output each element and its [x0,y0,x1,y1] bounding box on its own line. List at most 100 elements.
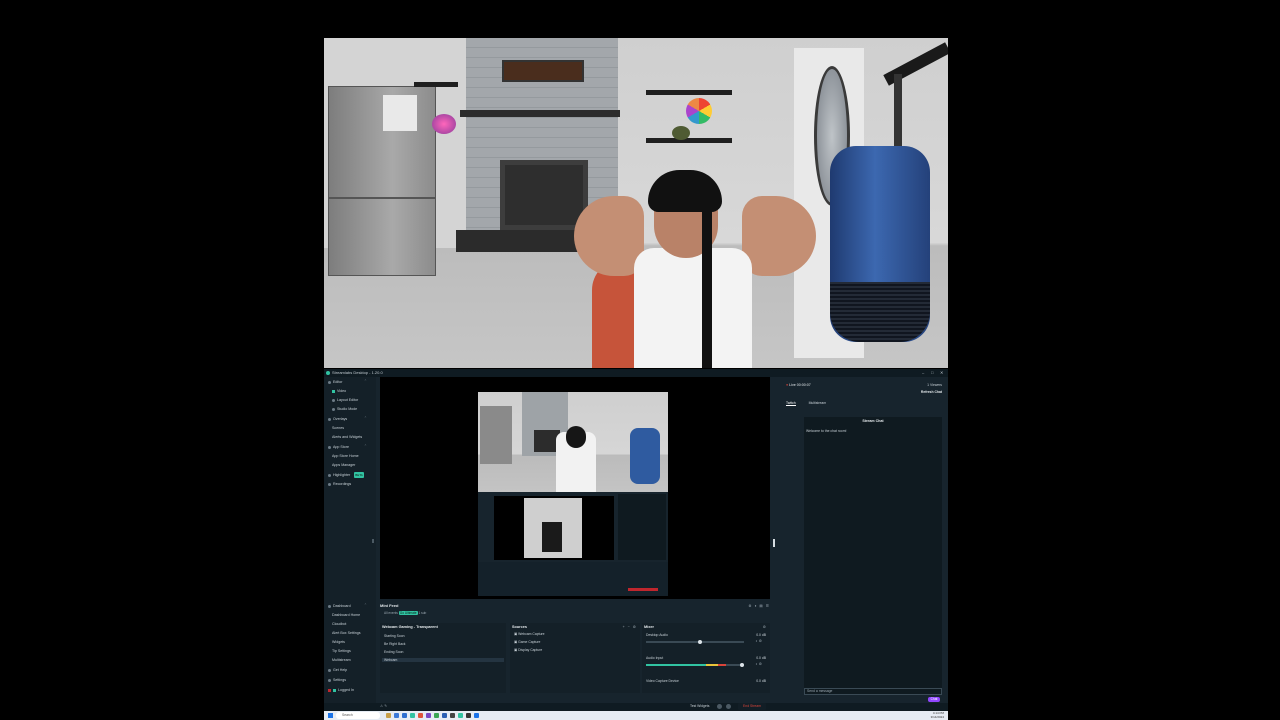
sources-controls[interactable]: + − ⚙ [623,625,637,629]
sidebar-item-account[interactable]: Logged In [328,687,354,693]
sidebar-item-studio-mode[interactable]: Studio Mode [332,406,357,412]
test-widgets-button[interactable]: Test Widgets [690,704,709,708]
mute-icon[interactable]: ◐ ⚙ [756,662,762,666]
sidebar-item-label: Logged In [338,688,354,692]
file-explorer-icon[interactable] [386,713,391,718]
source-item[interactable]: ▣ Webcam Capture [514,632,544,636]
sidebar-item-app-store[interactable]: App Store [328,444,349,450]
app-icon[interactable] [466,713,471,718]
sidebar-item-highlighter[interactable]: Highlighter BETA [328,472,364,478]
status-icons[interactable]: ⚠ ✎ [380,704,387,708]
volume-slider[interactable] [646,663,745,667]
sidebar-item-alert-box-settings[interactable]: Alert Box Settings [332,630,361,636]
mini-feed-label: Mini Feed [380,603,399,608]
sidebar-item-label: Alert Box Settings [332,631,361,635]
source-label: Display Capture [518,648,543,652]
source-item[interactable]: ▣ Game Capture [514,640,540,644]
sidebar-item-overlays[interactable]: Overlays [328,416,347,422]
scene-item-selected[interactable]: Webcam [382,658,504,662]
sidebar-item-app-store-home[interactable]: App Store Home [332,453,359,459]
feed-controls[interactable]: ⚙ ⏸ ▤ ☰ [748,604,770,608]
app-icon[interactable] [442,713,447,718]
stream-preview [380,377,770,599]
close-button[interactable]: ✕ [940,370,943,375]
clock-date: 3/14/2024 [930,714,944,719]
sidebar-item-video[interactable]: Video [332,388,346,394]
sidebar-item-label: Tip Settings [332,649,351,653]
app-icon[interactable] [450,713,455,718]
chevron-up-icon[interactable]: ⌃ [364,603,367,607]
replay-buffer-icon[interactable] [726,704,731,709]
sidebar-item-dashboard-home[interactable]: Dashboard Home [332,612,360,618]
sidebar-item-label: App Store Home [332,454,359,458]
scene-item[interactable]: Starting Soon [384,634,405,638]
taskbar-search[interactable]: Search [336,712,380,719]
chrome-icon[interactable] [418,713,423,718]
record-icon[interactable] [717,704,722,709]
windows-start-icon[interactable] [328,713,333,718]
volume-slider[interactable] [646,640,744,644]
sidebar-item-get-help[interactable]: Get Help [328,667,347,673]
tab-twitch[interactable]: Twitch [786,401,796,406]
sidebar-item-cloudbot[interactable]: Cloudbot [332,621,346,627]
refresh-chat-button[interactable]: Refresh Chat [921,390,942,394]
chat-input[interactable]: Send a message [804,688,942,695]
layout-icon [332,398,335,402]
sidebar-resize-handle[interactable] [372,539,374,543]
help-icon [328,668,331,672]
mute-icon[interactable]: ◐ ⚙ [756,639,762,643]
sidebar-item-tip-settings[interactable]: Tip Settings [332,648,351,654]
sidebar-item-scenes[interactable]: Scenes [332,425,344,431]
app-store-icon [328,445,331,449]
sidebar-item-editor[interactable]: Editor [328,379,342,385]
chevron-up-icon[interactable]: ⌃ [364,379,367,383]
taskbar: Search 4:14 PM 3/14/2024 [324,711,948,720]
sidebar-item-multistream[interactable]: Multistream [332,657,351,663]
twitch-icon [328,688,331,692]
scenes-title[interactable]: Webcam Gaming - Transparent [382,625,438,629]
tab-multistream[interactable]: Multistream [809,401,827,405]
live-status: ● Live 00:00:07 [786,383,811,387]
chat-panel: ● Live 00:00:07 1 Viewers Refresh Chat T… [776,377,948,703]
streamlabs-icon[interactable] [410,713,415,718]
app-icon[interactable] [458,713,463,718]
chat-send-button[interactable]: Chat [928,697,940,702]
app-icon[interactable] [474,713,479,718]
sidebar-item-settings[interactable]: Settings [328,677,346,683]
sidebar-item-label: Editor [333,380,343,384]
sidebar-item-alerts-widgets[interactable]: Alerts and Widgets [332,434,362,440]
sidebar-item-widgets[interactable]: Widgets [332,639,345,645]
chevron-up-icon[interactable]: ⌃ [364,444,367,448]
volume-knob[interactable] [697,640,702,644]
mixer-settings-icon[interactable]: ⚙ [763,625,767,629]
taskbar-clock[interactable]: 4:14 PM 3/14/2024 [930,711,944,719]
app-icon[interactable] [434,713,439,718]
sidebar-item-layout-editor[interactable]: Layout Editor [332,397,358,403]
chevron-up-icon[interactable]: ⌃ [364,416,367,420]
mini-feed-filter[interactable]: All events Go Ultimate 1 sub [384,611,426,615]
twitch-app-icon[interactable] [426,713,431,718]
sidebar-item-label: Recordings [333,482,352,486]
scene-item[interactable]: Be Right Back [384,642,406,646]
chat-box: Stream Chat Welcome to the chat room! [804,417,942,691]
minimize-button[interactable]: – [922,370,924,375]
preview-scroll-handle[interactable] [773,539,775,547]
sidebar-item-recordings[interactable]: Recordings [328,481,351,487]
store-icon[interactable] [402,713,407,718]
sources-title: Sources [512,625,527,629]
sidebar-item-label: Widgets [332,640,345,644]
scene-item[interactable]: Ending Soon [384,650,403,654]
edge-icon[interactable] [394,713,399,718]
sidebar-item-apps-manager[interactable]: Apps Manager [332,462,355,468]
ultimate-icon [333,688,336,692]
source-label: Webcam Capture [518,632,545,636]
end-stream-button[interactable]: End Stream [738,703,766,710]
source-item[interactable]: ▣ Display Capture [514,648,542,652]
microphone [830,146,930,342]
sidebar-item-label: Apps Manager [332,463,356,467]
go-ultimate-badge[interactable]: Go Ultimate [398,611,418,615]
volume-knob[interactable] [740,663,745,667]
sidebar-item-dashboard[interactable]: Dashboard [328,603,351,609]
status-bar: ⚠ ✎ Test Widgets End Stream [324,703,948,711]
maximize-button[interactable]: □ [931,370,933,375]
